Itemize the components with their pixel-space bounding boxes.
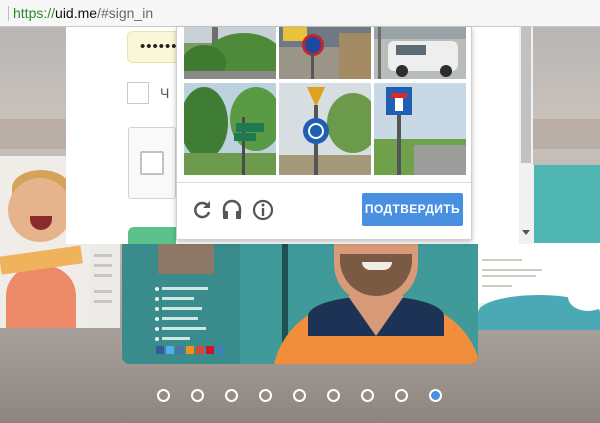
carousel-dot[interactable] [395, 389, 408, 402]
login-button[interactable] [128, 227, 176, 244]
info-icon[interactable] [251, 198, 275, 222]
captcha-tile-2[interactable] [279, 27, 371, 79]
youtube-icon [206, 346, 214, 354]
contact-bullet [155, 287, 159, 291]
carousel-indicators [0, 389, 600, 407]
captcha-tile-1[interactable] [184, 27, 276, 79]
carousel-slide-main[interactable] [122, 244, 478, 364]
carousel-dot[interactable] [259, 389, 272, 402]
url-host: uid.me [55, 5, 98, 21]
contact-bullet [155, 297, 159, 301]
contact-line [162, 317, 198, 320]
recaptcha-anchor-box [128, 127, 176, 199]
woman-face [8, 178, 72, 242]
captcha-tile-5[interactable] [279, 83, 371, 175]
scrollbar-thumb[interactable] [521, 27, 531, 163]
contact-line [162, 297, 194, 300]
contact-line [162, 287, 208, 290]
carousel-dot[interactable] [327, 389, 340, 402]
audio-headphones-icon[interactable] [220, 198, 244, 222]
woman-body [6, 266, 76, 328]
facebook-icon [156, 346, 164, 354]
man-smile [362, 262, 392, 270]
contact-line [162, 327, 206, 330]
remember-me-checkbox[interactable] [127, 82, 149, 104]
contact-bullet [155, 327, 159, 331]
slide-line [482, 259, 522, 261]
profile-line [94, 274, 112, 277]
challenge-footer-divider [177, 182, 471, 183]
slide-teal-panel [534, 165, 600, 243]
slide-cloud [568, 283, 600, 311]
remember-me-label: Ч [160, 85, 170, 101]
carousel-dot[interactable] [157, 389, 170, 402]
recaptcha-challenge-popup: ПОДТВЕРДИТЬ [176, 27, 472, 240]
carousel-dot[interactable] [225, 389, 238, 402]
contact-bullet [155, 307, 159, 311]
carousel-dot[interactable] [191, 389, 204, 402]
carousel-dot-active[interactable] [429, 389, 442, 402]
twitter-icon [166, 346, 174, 354]
carousel-dot[interactable] [293, 389, 306, 402]
contact-bullet [155, 337, 159, 341]
profile-line [94, 254, 112, 257]
contact-line [162, 307, 202, 310]
slide-line [482, 275, 536, 277]
captcha-tile-3[interactable] [374, 27, 466, 79]
captcha-tile-4[interactable] [184, 83, 276, 175]
carousel-slide-left-profile [90, 244, 120, 328]
profile-line [94, 290, 112, 293]
page-scrollbar[interactable] [519, 27, 533, 244]
url-path: /#sign_in [97, 5, 154, 21]
slide-line [482, 269, 542, 271]
scroll-down-arrow-icon[interactable] [522, 230, 530, 235]
contact-bullet [155, 317, 159, 321]
linkedin-icon [216, 346, 224, 354]
reload-icon[interactable] [190, 198, 214, 222]
carousel-dot[interactable] [361, 389, 374, 402]
profile-line [94, 300, 112, 303]
gplus-icon [196, 346, 204, 354]
profile-photo [158, 244, 214, 274]
address-bar[interactable]: https://uid.me/#sign_in [0, 0, 600, 27]
url-text[interactable]: https://uid.me/#sign_in [13, 5, 153, 21]
url-scheme: https:// [13, 5, 56, 21]
profile-line [94, 264, 112, 267]
profile-sidebar [122, 244, 240, 364]
slide-line [482, 285, 512, 287]
recaptcha-checkbox[interactable] [140, 151, 164, 175]
captcha-tile-6[interactable] [374, 83, 466, 175]
ok-icon [186, 346, 194, 354]
verify-button[interactable]: ПОДТВЕРДИТЬ [362, 193, 463, 226]
address-bar-divider [8, 6, 9, 21]
contact-line [162, 337, 190, 340]
vk-icon [176, 346, 184, 354]
